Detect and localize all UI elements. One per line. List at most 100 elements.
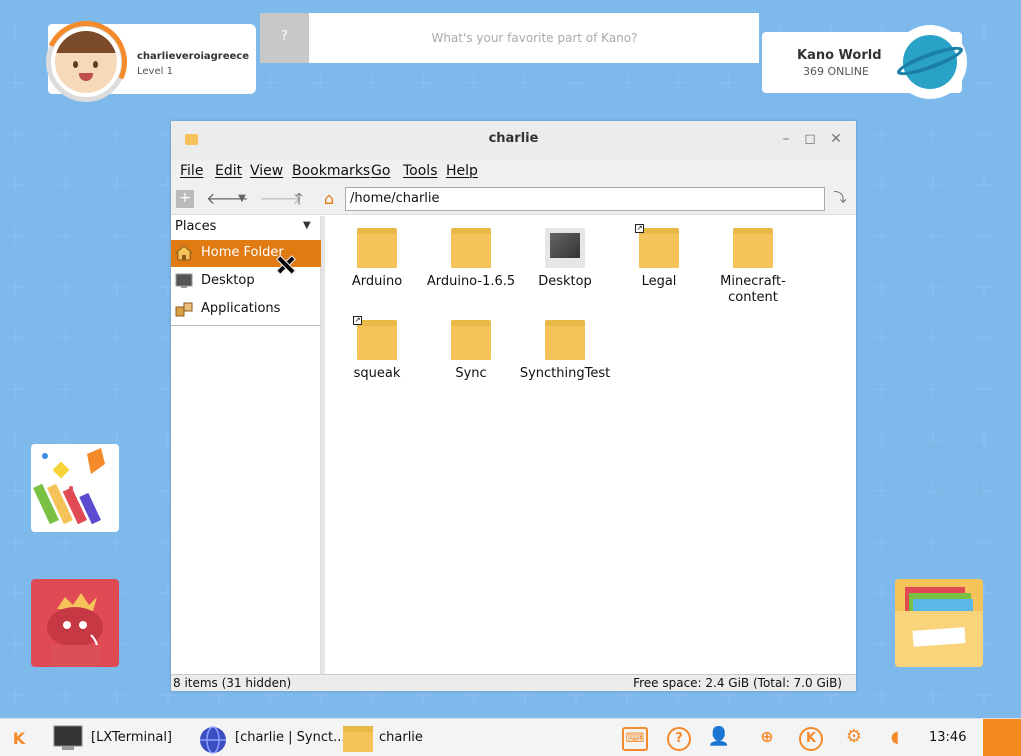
show-desktop-button[interactable]	[983, 719, 1021, 756]
add-app-tile[interactable]	[895, 444, 983, 532]
menu-tools[interactable]: Tools	[403, 163, 438, 179]
window-titlebar[interactable]: charlie – ◻ ✕	[171, 121, 856, 159]
folder-icon: ↗	[353, 316, 397, 360]
task-browser[interactable]: [charlie | Synct...	[197, 719, 345, 756]
forward-arrow-icon[interactable]: 🡒	[259, 189, 302, 209]
update-icon[interactable]: K	[799, 727, 823, 751]
kano-menu-button[interactable]: K	[9, 729, 29, 749]
menu-edit[interactable]: Edit	[215, 163, 242, 179]
window-title: charlie	[488, 131, 539, 146]
menu-file[interactable]: File	[180, 163, 203, 179]
background-plus-icon	[58, 330, 74, 346]
question-prompt[interactable]: ? What's your favorite part of Kano?	[260, 13, 759, 63]
taskbar: K [LXTerminal] [charlie | Synct... charl…	[0, 718, 1021, 756]
new-tab-icon[interactable]: +	[176, 190, 194, 208]
menu-view[interactable]: View	[250, 163, 283, 179]
user-icon[interactable]: 👤	[707, 727, 731, 751]
planet-icon[interactable]	[893, 25, 967, 99]
file-item-legal[interactable]: ↗ Legal	[612, 224, 706, 290]
menu-help[interactable]: Help	[446, 163, 478, 179]
file-list: Arduino Arduino-1.6.5 Desktop ↗ Legal Mi…	[326, 216, 856, 674]
background-plus-icon	[568, 75, 584, 91]
folder-icon	[451, 228, 491, 268]
background-plus-icon	[925, 381, 941, 397]
background-plus-icon	[925, 330, 941, 346]
back-arrow-icon[interactable]: 🡐	[206, 189, 249, 209]
background-plus-icon	[976, 381, 992, 397]
history-dropdown-icon[interactable]: ▼	[232, 189, 252, 209]
file-item-desktop[interactable]: Desktop	[518, 228, 612, 290]
background-plus-icon	[109, 228, 125, 244]
kano-world-online-count: 369 ONLINE	[803, 65, 869, 78]
background-plus-icon	[58, 279, 74, 295]
pane-splitter[interactable]	[321, 216, 325, 674]
volume-icon[interactable]: ◖	[883, 727, 907, 751]
file-item-arduino[interactable]: Arduino	[330, 228, 424, 290]
question-mark-icon: ?	[260, 13, 309, 63]
file-item-squeak[interactable]: ↗ squeak	[330, 316, 424, 382]
background-plus-icon	[364, 75, 380, 91]
background-plus-icon	[874, 330, 890, 346]
make-art-app-tile[interactable]	[31, 444, 119, 532]
background-plus-icon	[619, 75, 635, 91]
help-icon[interactable]: ?	[667, 727, 691, 751]
question-text: What's your favorite part of Kano?	[431, 31, 638, 45]
files-app-tile[interactable]	[895, 579, 983, 667]
desktop-icon	[175, 273, 193, 288]
make-snake-app-tile[interactable]	[31, 579, 119, 667]
file-item-minecraft-content[interactable]: Minecraft- content	[706, 228, 800, 306]
profile-level: Level 1	[137, 66, 173, 77]
go-icon[interactable]: ⤵	[830, 189, 850, 209]
home-icon	[175, 245, 193, 261]
background-plus-icon	[925, 687, 941, 703]
file-manager-window[interactable]: charlie – ◻ ✕ File Edit View Bookmarks G…	[171, 121, 856, 691]
chevron-down-icon[interactable]: ▼	[303, 220, 311, 231]
background-plus-icon	[874, 228, 890, 244]
menu-go[interactable]: Go	[371, 163, 390, 179]
background-plus-icon	[7, 330, 23, 346]
background-plus-icon	[466, 75, 482, 91]
menu-bookmarks[interactable]: Bookmarks	[292, 163, 370, 179]
file-item-syncthingtest[interactable]: SyncthingTest	[518, 320, 612, 382]
background-plus-icon	[976, 279, 992, 295]
task-lxterminal[interactable]: [LXTerminal]	[52, 719, 182, 756]
maximize-icon[interactable]: ◻	[802, 130, 818, 148]
network-icon[interactable]: ⊕	[755, 727, 779, 751]
file-item-sync[interactable]: Sync	[424, 320, 518, 382]
file-name: Desktop	[538, 274, 592, 289]
background-plus-icon	[7, 687, 23, 703]
address-bar[interactable]: /home/charlie	[345, 187, 825, 211]
background-plus-icon	[976, 24, 992, 40]
background-plus-icon	[109, 381, 125, 397]
keyboard-icon[interactable]: ⌨	[622, 727, 648, 751]
kano-world-title: Kano World	[797, 48, 882, 63]
home-icon[interactable]: ⌂	[319, 189, 339, 209]
task-file-manager[interactable]: charlie	[342, 719, 432, 756]
close-icon[interactable]: ✕	[828, 130, 844, 148]
status-item-count: 8 items (31 hidden)	[173, 676, 292, 690]
avatar[interactable]	[33, 9, 139, 115]
background-plus-icon	[976, 228, 992, 244]
sidebar-item-home-folder[interactable]: Home Folder	[171, 240, 321, 267]
sidebar-item-label: Applications	[201, 301, 281, 316]
background-plus-icon	[976, 330, 992, 346]
background-plus-icon	[415, 75, 431, 91]
profile-card[interactable]: charlieveroiagreece Level 1	[33, 9, 256, 115]
background-plus-icon	[7, 177, 23, 193]
minimize-icon[interactable]: –	[778, 130, 794, 148]
background-plus-icon	[976, 75, 992, 91]
file-name: SyncthingTest	[519, 366, 611, 381]
background-plus-icon	[874, 432, 890, 448]
sidebar-item-label: Desktop	[201, 273, 255, 288]
places-header[interactable]: Places	[175, 219, 216, 234]
background-plus-icon	[925, 126, 941, 142]
background-plus-icon	[721, 75, 737, 91]
sidebar-item-applications[interactable]: Applications	[171, 296, 321, 323]
file-name: Legal	[641, 274, 677, 289]
settings-gear-icon[interactable]: ⚙	[842, 727, 866, 751]
file-item-arduino-1-6-5[interactable]: Arduino-1.6.5	[424, 228, 518, 290]
sidebar-item-desktop[interactable]: Desktop	[171, 268, 321, 295]
snake-icon	[47, 593, 103, 667]
up-arrow-icon[interactable]: 🡑	[289, 189, 309, 209]
background-plus-icon	[925, 177, 941, 193]
